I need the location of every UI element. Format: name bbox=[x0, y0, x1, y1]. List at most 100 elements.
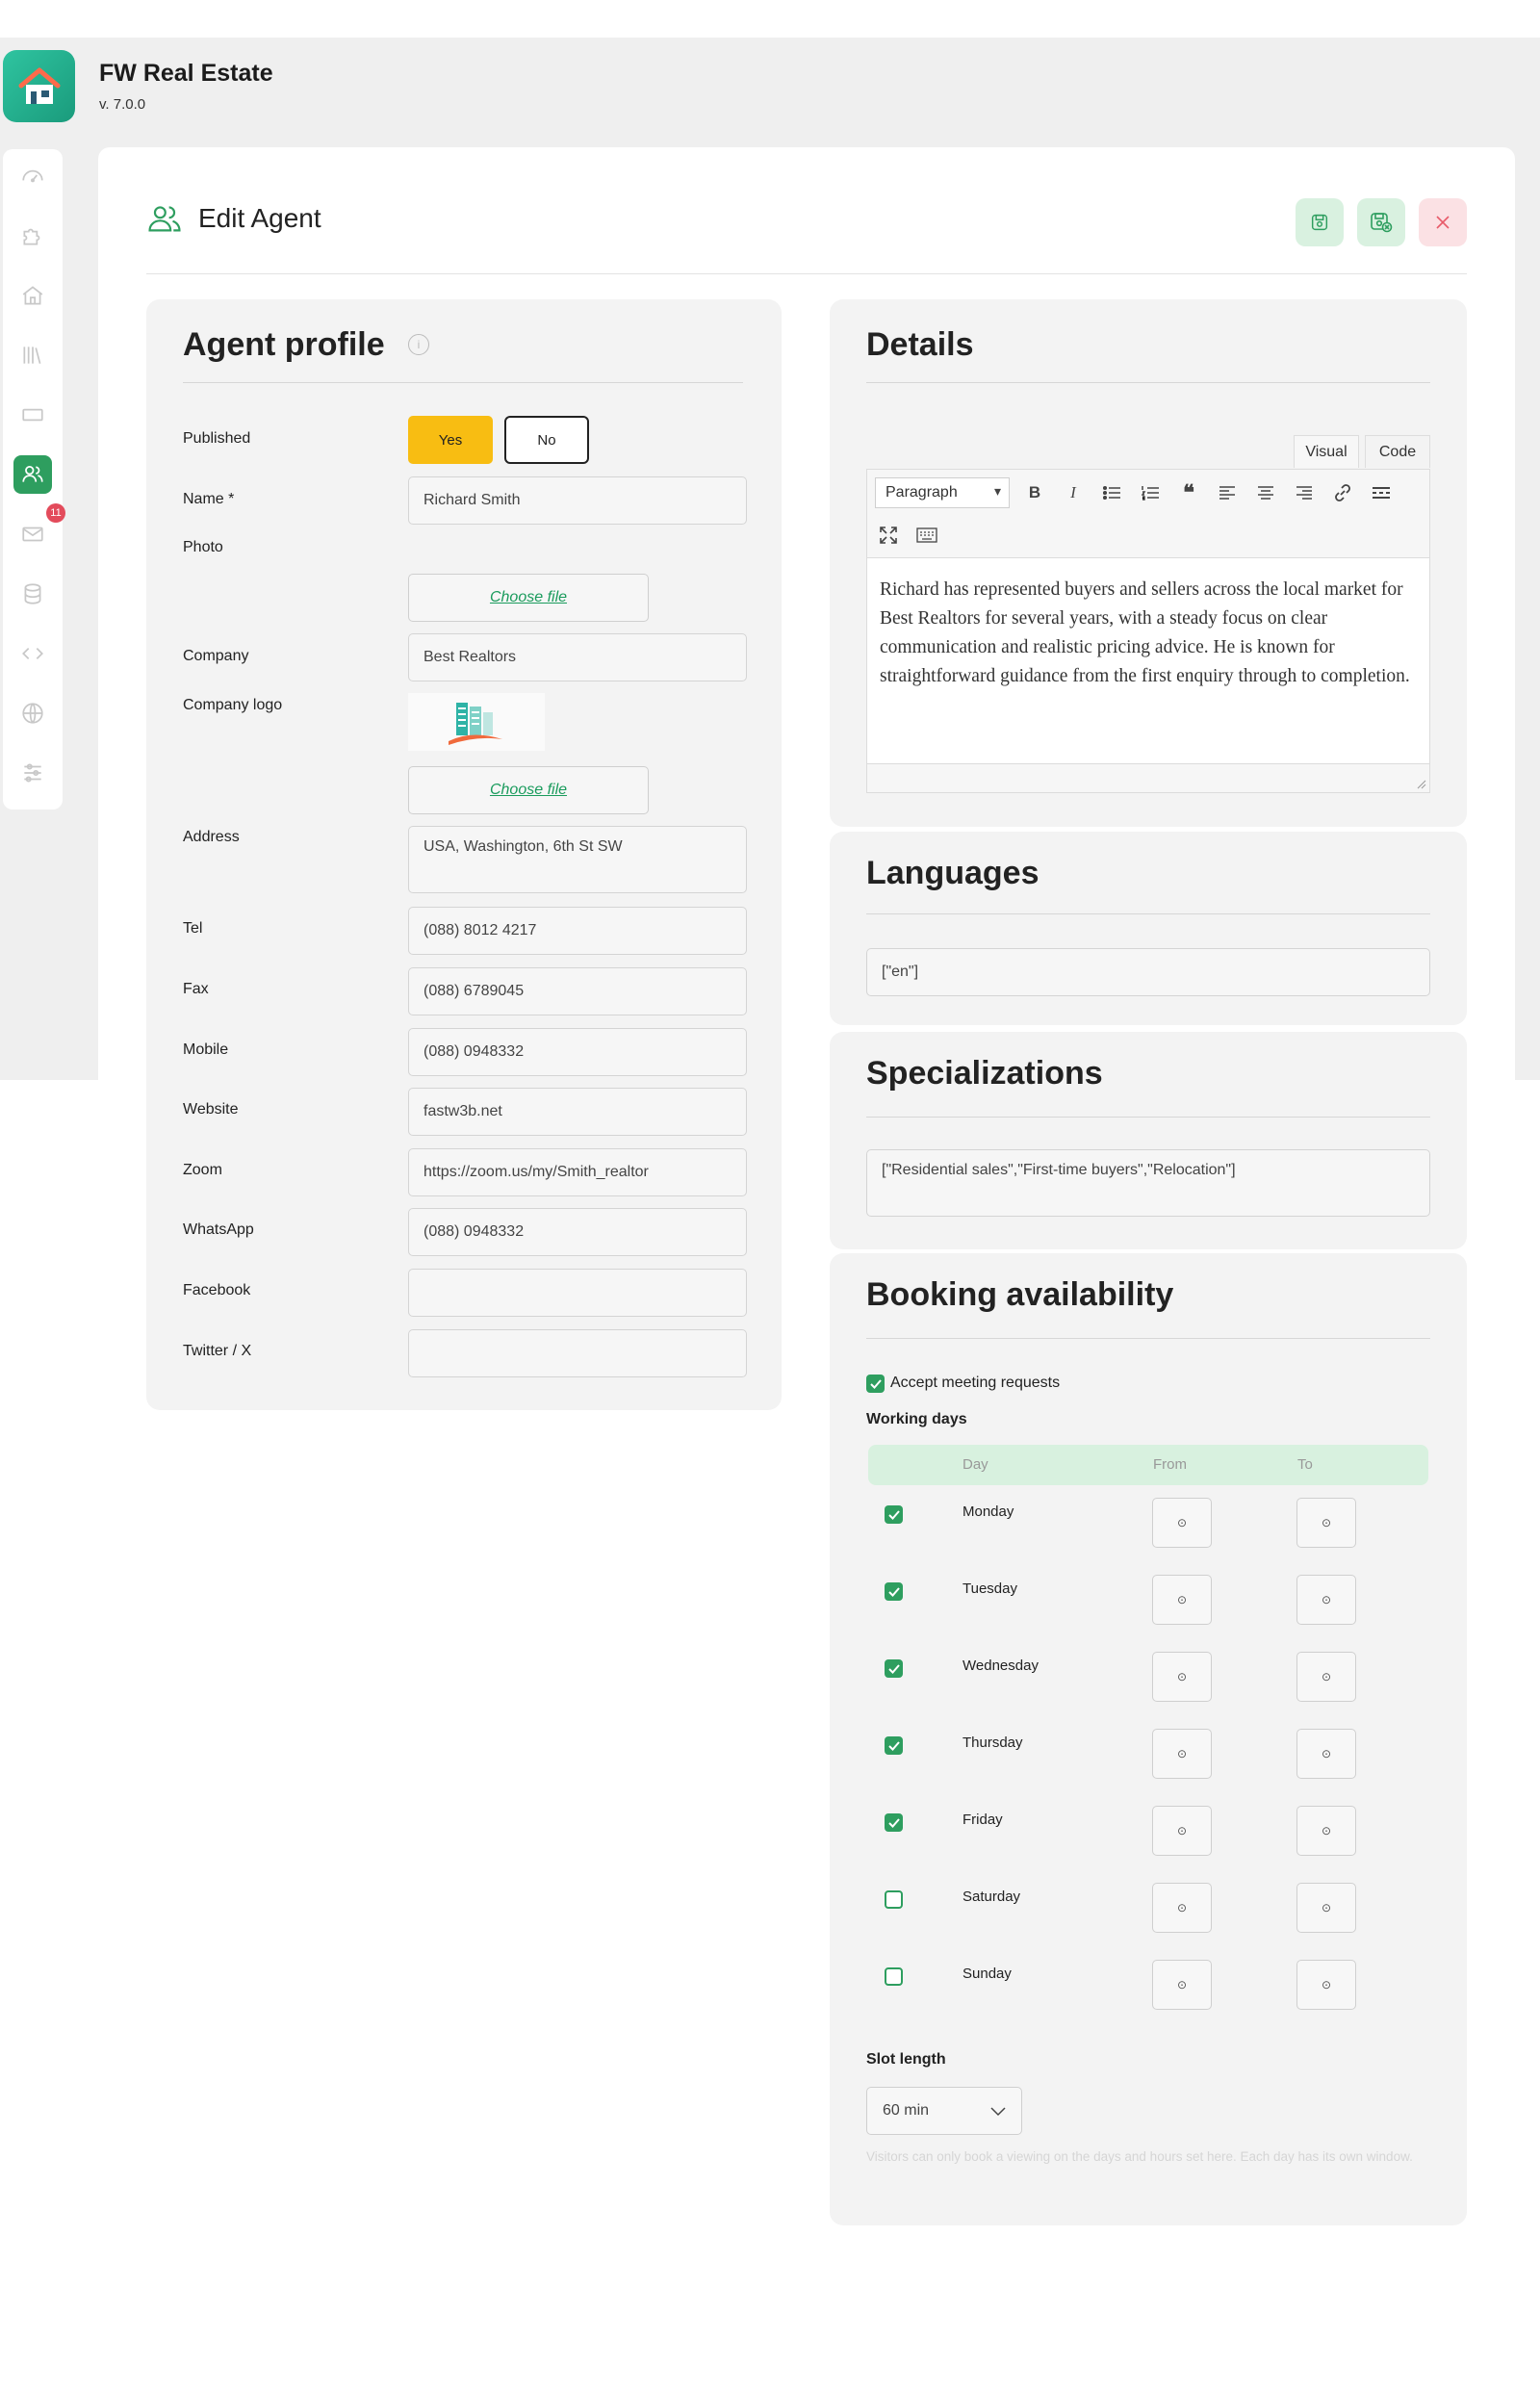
close-button[interactable] bbox=[1419, 198, 1467, 246]
from-time-button[interactable]: ⊙ bbox=[1152, 1960, 1212, 2010]
name-input[interactable]: Richard Smith bbox=[408, 476, 747, 525]
booking-title: Booking availability bbox=[866, 1276, 1174, 1313]
home-icon bbox=[22, 286, 43, 305]
card-icon bbox=[22, 408, 43, 422]
from-time-button[interactable]: ⊙ bbox=[1152, 1806, 1212, 1856]
company-label: Company bbox=[183, 648, 249, 664]
to-time-button[interactable]: ⊙ bbox=[1296, 1806, 1356, 1856]
sidebar-item-extensions[interactable] bbox=[13, 217, 52, 255]
facebook-input[interactable] bbox=[408, 1269, 747, 1317]
tab-code[interactable]: Code bbox=[1365, 435, 1430, 468]
sidebar-item-messages[interactable]: 11 bbox=[13, 503, 65, 553]
details-title: Details bbox=[866, 326, 974, 363]
languages-title: Languages bbox=[866, 855, 1040, 891]
align-center-icon[interactable] bbox=[1252, 479, 1279, 506]
day-checkbox-friday[interactable] bbox=[885, 1813, 903, 1832]
to-time-button[interactable]: ⊙ bbox=[1296, 1883, 1356, 1933]
format-select[interactable]: Paragraph bbox=[875, 477, 1010, 508]
numbered-list-icon[interactable] bbox=[1137, 479, 1164, 506]
resize-handle-icon[interactable] bbox=[1417, 780, 1426, 789]
page-heading: Edit Agent bbox=[146, 202, 321, 235]
from-time-button[interactable]: ⊙ bbox=[1152, 1729, 1212, 1779]
twitter-label: Twitter / X bbox=[183, 1343, 252, 1359]
app-logo[interactable] bbox=[3, 50, 75, 122]
save-and-close-button[interactable] bbox=[1357, 198, 1405, 246]
facebook-label: Facebook bbox=[183, 1282, 251, 1298]
sidebar-item-cards[interactable] bbox=[13, 396, 52, 434]
mail-icon bbox=[22, 527, 43, 542]
col-from: From bbox=[1153, 1456, 1187, 1473]
website-label: Website bbox=[183, 1101, 239, 1118]
fax-label: Fax bbox=[183, 981, 209, 997]
sidebar-item-settings[interactable] bbox=[13, 754, 52, 792]
published-yes-button[interactable]: Yes bbox=[408, 416, 493, 464]
published-no-button[interactable]: No bbox=[504, 416, 589, 464]
heading-divider bbox=[146, 273, 1467, 274]
users-icon bbox=[22, 466, 43, 482]
close-icon bbox=[1436, 216, 1450, 229]
specializations-textarea[interactable]: ["Residential sales","First-time buyers"… bbox=[866, 1149, 1430, 1217]
fax-input[interactable]: (088) 6789045 bbox=[408, 967, 747, 1015]
align-right-icon[interactable] bbox=[1291, 479, 1318, 506]
keyboard-icon[interactable] bbox=[913, 522, 940, 549]
italic-icon[interactable]: I bbox=[1060, 479, 1087, 506]
tel-input[interactable]: (088) 8012 4217 bbox=[408, 907, 747, 955]
save-button[interactable] bbox=[1296, 198, 1344, 246]
day-checkbox-saturday[interactable] bbox=[885, 1890, 903, 1909]
fullscreen-icon[interactable] bbox=[875, 522, 902, 549]
whatsapp-input[interactable]: (088) 0948332 bbox=[408, 1208, 747, 1256]
sidebar-item-agents[interactable] bbox=[13, 455, 52, 494]
sidebar-item-home[interactable] bbox=[13, 276, 52, 315]
zoom-input[interactable]: https://zoom.us/my/Smith_realtor bbox=[408, 1148, 747, 1196]
photo-label: Photo bbox=[183, 539, 223, 555]
website-input[interactable]: fastw3b.net bbox=[408, 1088, 747, 1136]
twitter-input[interactable] bbox=[408, 1329, 747, 1377]
mobile-input[interactable]: (088) 0948332 bbox=[408, 1028, 747, 1076]
from-time-button[interactable]: ⊙ bbox=[1152, 1575, 1212, 1625]
specializations-divider bbox=[866, 1117, 1430, 1118]
sidebar-item-languages[interactable] bbox=[13, 694, 52, 732]
sliders-icon bbox=[24, 763, 41, 783]
blockquote-icon[interactable]: ❝ bbox=[1175, 479, 1202, 506]
day-checkbox-monday[interactable] bbox=[885, 1505, 903, 1524]
day-checkbox-wednesday[interactable] bbox=[885, 1659, 903, 1678]
from-time-button[interactable]: ⊙ bbox=[1152, 1498, 1212, 1548]
info-icon[interactable]: i bbox=[408, 334, 429, 355]
to-time-button[interactable]: ⊙ bbox=[1296, 1729, 1356, 1779]
sidebar-item-code[interactable] bbox=[13, 634, 52, 673]
photo-choose-file-button[interactable]: Choose file bbox=[408, 574, 649, 622]
from-time-button[interactable]: ⊙ bbox=[1152, 1883, 1212, 1933]
day-checkbox-tuesday[interactable] bbox=[885, 1582, 903, 1601]
company-input[interactable]: Best Realtors bbox=[408, 633, 747, 681]
sidebar-item-library[interactable] bbox=[13, 336, 52, 374]
address-textarea[interactable]: USA, Washington, 6th St SW bbox=[408, 826, 747, 893]
bullet-list-icon[interactable] bbox=[1098, 479, 1125, 506]
to-time-button[interactable]: ⊙ bbox=[1296, 1960, 1356, 2010]
slot-length-select[interactable]: 60 min bbox=[866, 2087, 1022, 2135]
accept-meeting-checkbox[interactable] bbox=[866, 1375, 885, 1393]
read-more-icon[interactable] bbox=[1368, 479, 1395, 506]
tab-visual[interactable]: Visual bbox=[1294, 435, 1359, 468]
company-logo-choose-file-button[interactable]: Choose file bbox=[408, 766, 649, 814]
to-time-button[interactable]: ⊙ bbox=[1296, 1498, 1356, 1548]
details-divider bbox=[866, 382, 1430, 383]
company-logo-image bbox=[408, 693, 545, 751]
published-label: Published bbox=[183, 430, 251, 447]
languages-input[interactable]: ["en"] bbox=[866, 948, 1430, 996]
app-version: v. 7.0.0 bbox=[99, 96, 146, 113]
to-time-button[interactable]: ⊙ bbox=[1296, 1652, 1356, 1702]
editor-content[interactable]: Richard has represented buyers and selle… bbox=[866, 557, 1430, 764]
puzzle-icon bbox=[23, 228, 40, 245]
sidebar-item-database[interactable] bbox=[13, 575, 52, 613]
day-checkbox-sunday[interactable] bbox=[885, 1967, 903, 1986]
from-time-button[interactable]: ⊙ bbox=[1152, 1652, 1212, 1702]
bold-icon[interactable]: B bbox=[1021, 479, 1048, 506]
save-icon bbox=[1311, 214, 1328, 231]
booking-divider bbox=[866, 1338, 1430, 1339]
link-icon[interactable] bbox=[1329, 479, 1356, 506]
sidebar-item-dashboard[interactable] bbox=[13, 157, 52, 195]
day-checkbox-thursday[interactable] bbox=[885, 1736, 903, 1755]
align-left-icon[interactable] bbox=[1214, 479, 1241, 506]
to-time-button[interactable]: ⊙ bbox=[1296, 1575, 1356, 1625]
day-name: Thursday bbox=[962, 1735, 1023, 1751]
